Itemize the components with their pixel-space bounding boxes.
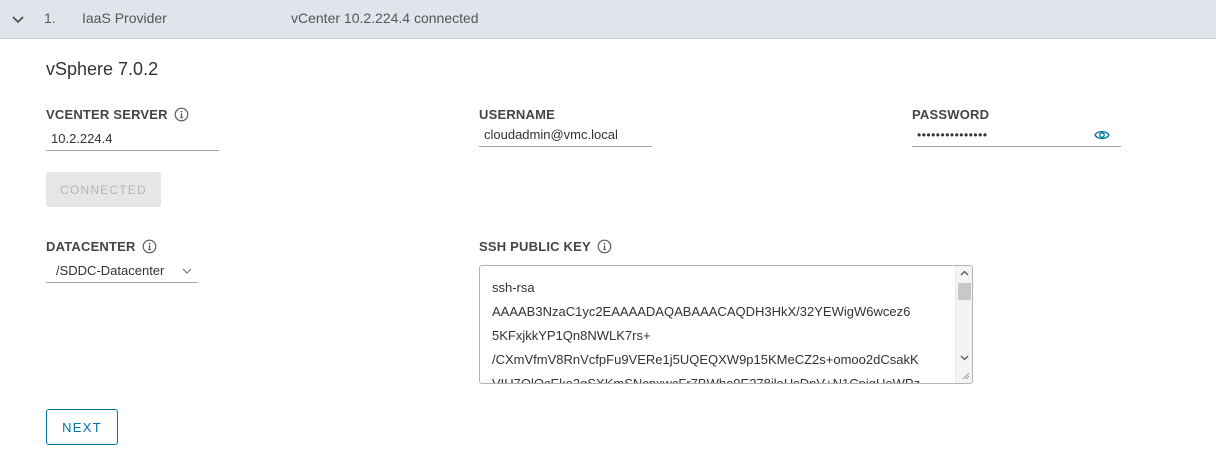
ssh-key-line: ssh-rsa bbox=[492, 280, 535, 295]
eye-icon[interactable] bbox=[1094, 128, 1110, 142]
datacenter-label-text: DATACENTER bbox=[46, 239, 136, 254]
connected-button[interactable]: CONNECTED bbox=[46, 172, 161, 207]
step-number: 1. bbox=[44, 10, 56, 26]
next-button[interactable]: NEXT bbox=[46, 409, 118, 445]
datacenter-selected-value: /SDDC-Datacenter bbox=[56, 263, 165, 278]
datacenter-label: DATACENTER bbox=[46, 239, 157, 254]
step-header[interactable]: 1. IaaS Provider vCenter 10.2.224.4 conn… bbox=[0, 0, 1216, 39]
scroll-up-arrow-icon[interactable] bbox=[960, 270, 969, 276]
ssh-key-line: AAAAB3NzaC1yc2EAAAADAQABAAACAQDH3HkX/32Y… bbox=[492, 304, 911, 319]
password-label: PASSWORD bbox=[912, 107, 989, 122]
ssh-public-key-textarea[interactable]: ssh-rsa AAAAB3NzaC1yc2EAAAADAQABAAACAQDH… bbox=[479, 265, 973, 384]
ssh-key-line: VIU7OlOcEko2gSXKmSNcnxwcFr7BWho9E278ilaH… bbox=[492, 376, 921, 384]
ssh-public-key-label-text: SSH PUBLIC KEY bbox=[479, 239, 591, 254]
ssh-key-line: 5KFxjkkYP1Qn8NWLK7rs+ bbox=[492, 328, 651, 343]
scroll-down-arrow-icon[interactable] bbox=[960, 355, 969, 361]
vcenter-server-label: VCENTER SERVER bbox=[46, 107, 189, 122]
username-label-text: USERNAME bbox=[479, 107, 555, 122]
section-title: vSphere 7.0.2 bbox=[46, 59, 159, 79]
step-status: vCenter 10.2.224.4 connected bbox=[291, 10, 479, 26]
step-title: IaaS Provider bbox=[82, 10, 167, 26]
ssh-key-line: /CXmVfmV8RnVcfpFu9VERe1j5UQEQXW9p15KMeCZ… bbox=[492, 352, 919, 367]
username-label: USERNAME bbox=[479, 107, 555, 122]
info-icon[interactable] bbox=[142, 239, 157, 254]
info-icon[interactable] bbox=[174, 107, 189, 122]
password-input[interactable]: ••••••••••••••• bbox=[912, 125, 1121, 147]
ssh-key-text: ssh-rsa AAAAB3NzaC1yc2EAAAADAQABAAACAQDH… bbox=[492, 276, 921, 384]
password-label-text: PASSWORD bbox=[912, 107, 990, 122]
scrollbar-thumb[interactable] bbox=[958, 283, 971, 300]
vcenter-server-input[interactable]: 10.2.224.4 bbox=[46, 129, 219, 151]
textarea-scrollbar[interactable] bbox=[955, 266, 972, 383]
vcenter-server-label-text: VCENTER SERVER bbox=[46, 107, 168, 122]
password-value: ••••••••••••••• bbox=[917, 128, 988, 142]
info-icon[interactable] bbox=[597, 239, 612, 254]
ssh-public-key-label: SSH PUBLIC KEY bbox=[479, 239, 612, 254]
resize-handle-icon[interactable] bbox=[961, 371, 970, 380]
chevron-down-icon[interactable] bbox=[10, 11, 26, 27]
chevron-down-icon bbox=[182, 268, 192, 274]
datacenter-select[interactable]: /SDDC-Datacenter bbox=[46, 262, 198, 283]
username-input[interactable]: cloudadmin@vmc.local bbox=[479, 125, 652, 147]
